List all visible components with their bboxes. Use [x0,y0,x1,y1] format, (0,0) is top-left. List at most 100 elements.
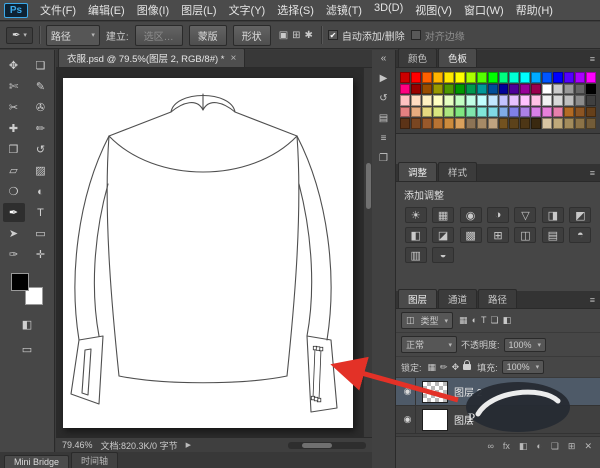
color-swatch[interactable] [553,118,563,129]
menu-item-2[interactable]: 图像(I) [131,0,175,21]
invert-icon[interactable]: ◫ [514,227,536,243]
color-swatch[interactable] [411,84,421,95]
link-layers-icon[interactable]: ∞ [487,441,493,452]
color-swatch[interactable] [553,72,563,83]
screen-mode-icon[interactable]: ▭ [16,340,38,359]
color-swatch[interactable] [542,95,552,106]
make-selection-button[interactable]: 选区… [135,25,183,46]
layer-row-1[interactable]: ◉ 图层 [396,406,600,434]
make-shape-button[interactable]: 形状 [233,25,271,46]
pen-tool[interactable]: ✒ [3,203,25,222]
color-swatch[interactable] [466,84,476,95]
selective-color-icon[interactable]: ◒ [432,247,454,263]
color-swatch[interactable] [520,95,530,106]
gradient-tool[interactable]: ▨ [30,161,52,180]
blur-tool[interactable]: ❍ [3,182,25,201]
color-swatch[interactable] [455,118,465,129]
menu-item-4[interactable]: 文字(Y) [223,0,272,21]
opacity-dropdown[interactable]: 100% ▾ [504,338,546,352]
menu-item-0[interactable]: 文件(F) [34,0,82,21]
color-swatch[interactable] [520,84,530,95]
color-tab-1[interactable]: 色板 [438,48,477,67]
color-swatch[interactable] [433,107,443,118]
color-swatch[interactable] [575,118,585,129]
menu-item-10[interactable]: 帮助(H) [510,0,559,21]
channel-mixer-icon[interactable]: ▩ [460,227,482,243]
layer-filter-dropdown[interactable]: ◫ 类型 ▾ [401,312,453,329]
threshold-icon[interactable]: ◓ [569,227,591,243]
shape-tool[interactable]: ▭ [30,224,52,243]
filter-adjustment-layers-icon[interactable]: ◐ [470,315,479,325]
color-swatch[interactable] [520,72,530,83]
layer-mask-icon[interactable]: ◧ [519,441,528,452]
color-swatch[interactable] [531,118,541,129]
color-swatch[interactable] [586,118,596,129]
color-swatch[interactable] [411,95,421,106]
color-swatch[interactable] [488,84,498,95]
color-swatch[interactable] [586,95,596,106]
panel-menu-icon[interactable]: ≡ [590,54,595,64]
color-swatch[interactable] [520,118,530,129]
color-swatch[interactable] [586,72,596,83]
color-swatch[interactable] [564,107,574,118]
color-swatch[interactable] [542,107,552,118]
color-swatch[interactable] [444,72,454,83]
history-brush-tool[interactable]: ↺ [30,140,52,159]
color-swatch[interactable] [400,107,410,118]
tool-preset-dropdown[interactable]: ✒ ▾ [6,27,33,44]
color-swatch[interactable] [477,72,487,83]
align-edges-checkbox[interactable]: 对齐边缘 [411,28,465,43]
color-swatch[interactable] [531,72,541,83]
layers-tab-1[interactable]: 通道 [438,289,477,308]
dodge-tool[interactable]: ◐ [30,182,52,201]
color-swatch[interactable] [422,107,432,118]
layer-visibility-icon[interactable]: ◉ [400,406,416,433]
color-swatch[interactable] [400,84,410,95]
canvas-area[interactable] [56,68,372,437]
menu-item-9[interactable]: 窗口(W) [458,0,510,21]
color-swatch[interactable] [422,72,432,83]
path-operations-icon[interactable]: ▣ [277,30,290,41]
layer-visibility-icon[interactable]: ◉ [400,378,416,405]
layer-effects-icon[interactable]: fx [503,441,510,452]
type-tool[interactable]: T [30,203,52,222]
color-swatch[interactable] [509,118,519,129]
color-swatch[interactable] [422,84,432,95]
adjustments-tab-1[interactable]: 样式 [438,162,477,181]
color-swatch[interactable] [575,84,585,95]
color-swatch[interactable] [488,118,498,129]
healing-brush-tool[interactable]: ✚ [3,119,25,138]
properties-panel-icon[interactable]: ≡ [381,133,387,144]
actions-panel-icon[interactable]: ▶ [380,73,388,84]
color-swatch[interactable] [466,107,476,118]
marquee-tool[interactable]: ❏ [30,56,52,75]
color-swatch[interactable] [477,118,487,129]
document-tab[interactable]: 衣服.psd @ 79.5%(图层 2, RGB/8#) * × [58,48,245,67]
clone-stamp-tool[interactable]: ❐ [3,140,25,159]
menu-item-1[interactable]: 编辑(E) [82,0,131,21]
color-swatch[interactable] [553,107,563,118]
color-swatch[interactable] [455,107,465,118]
color-swatch[interactable] [422,118,432,129]
color-swatch[interactable] [531,95,541,106]
vertical-scrollbar[interactable] [363,68,372,437]
color-picker-widget[interactable] [11,273,43,305]
menu-item-8[interactable]: 视图(V) [409,0,458,21]
lock-pixels-icon[interactable]: ✏ [438,362,450,372]
color-swatch[interactable] [466,72,476,83]
color-swatch[interactable] [542,72,552,83]
color-swatch[interactable] [564,118,574,129]
color-balance-icon[interactable]: ◩ [569,207,591,223]
color-swatch[interactable] [575,72,585,83]
color-swatch[interactable] [455,95,465,106]
black-white-icon[interactable]: ◧ [405,227,427,243]
lasso-tool[interactable]: ✄ [3,77,25,96]
adjustments-tab-0[interactable]: 调整 [398,162,437,181]
menu-item-5[interactable]: 选择(S) [271,0,320,21]
layer-group-icon[interactable]: ❏ [551,441,559,452]
zoom-tool[interactable]: ✛ [30,245,52,264]
gradient-map-icon[interactable]: ▥ [405,247,427,263]
color-swatch[interactable] [400,72,410,83]
quick-selection-tool[interactable]: ✎ [30,77,52,96]
color-swatch[interactable] [433,72,443,83]
